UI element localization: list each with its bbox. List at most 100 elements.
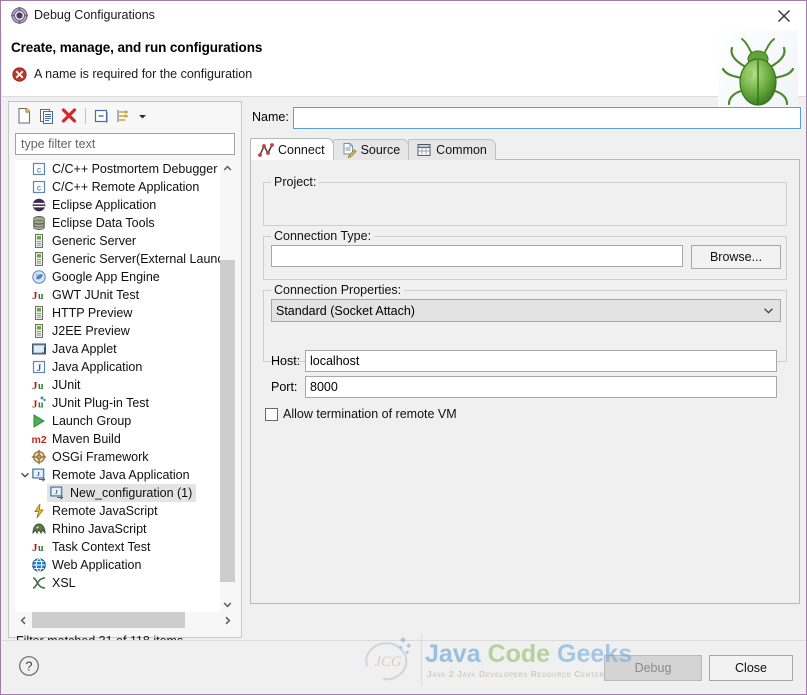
tree-item-content: c C/C++ Postmortem Debugger <box>29 160 221 178</box>
tree-item[interactable]: Generic Server <box>15 232 220 250</box>
tree-item-content: Ju JUnit Plug-in Test <box>29 394 153 412</box>
tree-item-content: Ju GWT JUnit Test <box>29 286 143 304</box>
launch-group-icon <box>33 414 45 428</box>
tree-item-label: Maven Build <box>52 432 121 446</box>
configurations-tree[interactable]: c C/C++ Postmortem Debugger c C/C++ Remote … <box>15 160 235 612</box>
host-textbox[interactable] <box>305 350 777 372</box>
cpp-icon: c <box>32 180 46 194</box>
scroll-right-button[interactable] <box>219 612 235 628</box>
filter-textbox[interactable] <box>15 133 235 155</box>
remote-java-application-icon: J <box>50 486 64 500</box>
chevron-down-icon <box>138 114 146 118</box>
tree-item[interactable]: m2 Maven Build <box>15 430 220 448</box>
allow-termination-checkbox-row[interactable]: Allow termination of remote VM <box>265 407 457 421</box>
remote-java-application-icon: J <box>49 485 65 501</box>
tree-item-label: Remote Java Application <box>52 468 190 482</box>
tree-item[interactable]: c C/C++ Remote Application <box>15 178 220 196</box>
tree-item[interactable]: c C/C++ Postmortem Debugger <box>15 160 220 178</box>
window-title: Debug Configurations <box>34 8 155 22</box>
name-input[interactable] <box>294 108 800 128</box>
tree-item-label: GWT JUnit Test <box>52 288 140 302</box>
allow-termination-label: Allow termination of remote VM <box>283 407 457 421</box>
delete-configuration-button[interactable] <box>58 105 80 127</box>
port-input[interactable] <box>306 377 776 397</box>
tree-item[interactable]: OSGi Framework <box>15 448 220 466</box>
tree-item[interactable]: XSL <box>15 574 220 592</box>
tree-item-content: Generic Server(External Launch) <box>29 250 235 268</box>
toolbar-dropdown-arrow[interactable] <box>135 105 149 127</box>
web-application-icon <box>31 557 47 573</box>
java-application-icon: J <box>31 359 47 375</box>
junit-icon: Ju <box>32 290 44 302</box>
tree-item-label: Rhino JavaScript <box>52 522 147 536</box>
tree-item[interactable]: Web Application <box>15 556 220 574</box>
collapse-all-button[interactable] <box>91 105 113 127</box>
tree-item[interactable]: Generic Server(External Launch) <box>15 250 235 268</box>
connect-icon <box>258 142 274 158</box>
scroll-thumb-horizontal[interactable] <box>32 612 185 628</box>
chevron-up-icon <box>223 165 232 171</box>
tree-item[interactable]: Remote JavaScript <box>15 502 220 520</box>
window-close-button[interactable] <box>761 1 806 30</box>
tab-source[interactable]: Source <box>332 139 410 160</box>
tree-item[interactable]: Eclipse Data Tools <box>15 214 220 232</box>
tab-connect[interactable]: Connect <box>250 138 334 160</box>
tab-common[interactable]: Common <box>408 139 496 160</box>
tree-item[interactable]: Ju GWT JUnit Test <box>15 286 220 304</box>
help-button[interactable]: ? <box>18 655 40 677</box>
tree-item[interactable]: Google App Engine <box>15 268 220 286</box>
allow-termination-checkbox[interactable] <box>265 407 278 421</box>
tree-item[interactable]: Launch Group <box>15 412 220 430</box>
rhino-icon <box>32 523 46 535</box>
tree-vertical-scrollbar[interactable] <box>220 160 235 612</box>
tree-item[interactable]: Ju JUnit Plug-in Test <box>15 394 220 412</box>
tree-item-content: Eclipse Data Tools <box>29 214 159 232</box>
delete-x-icon <box>61 108 77 123</box>
tree-item-content: Google App Engine <box>29 268 164 286</box>
junit-icon: Ju <box>32 380 44 392</box>
debug-button[interactable]: Debug <box>604 655 702 681</box>
configuration-editor: Name: Connect Source Common Project: Bro… <box>249 101 802 690</box>
scroll-down-button[interactable] <box>220 596 235 612</box>
scroll-thumb[interactable] <box>220 260 235 582</box>
svg-text:c: c <box>37 166 41 175</box>
svg-text:c: c <box>37 184 41 193</box>
help-icon: ? <box>19 656 39 676</box>
tree-item[interactable]: J2EE Preview <box>15 322 220 340</box>
scroll-left-button[interactable] <box>15 612 31 628</box>
tree-item-content: J New_configuration (1) <box>47 484 197 502</box>
java-applet-icon: J <box>32 343 47 355</box>
eclipse-icon <box>32 198 46 212</box>
tree-item[interactable]: J Java Applet <box>15 340 220 358</box>
tree-item[interactable]: J New_configuration (1) <box>15 484 220 502</box>
close-icon <box>777 9 790 22</box>
tree-item-content: Eclipse Application <box>29 196 160 214</box>
new-launch-configuration-button[interactable] <box>14 105 36 127</box>
duplicate-configuration-button[interactable] <box>36 105 58 127</box>
tree-item[interactable]: J Remote Java Application <box>15 466 220 484</box>
tree-item[interactable]: HTTP Preview <box>15 304 220 322</box>
tree-item[interactable]: Rhino JavaScript <box>15 520 220 538</box>
tree-item[interactable]: Eclipse Application <box>15 196 220 214</box>
tree-item[interactable]: Ju Task Context Test <box>15 538 220 556</box>
chevron-down-icon[interactable] <box>19 469 31 481</box>
host-input[interactable] <box>306 351 776 371</box>
tree-item-content: OSGi Framework <box>29 448 153 466</box>
filter-launch-configurations-button[interactable] <box>113 105 135 127</box>
tree-item-label: C/C++ Postmortem Debugger <box>52 162 218 176</box>
configurations-panel: c C/C++ Postmortem Debugger c C/C++ Remote … <box>8 101 242 648</box>
name-textbox[interactable] <box>293 107 801 129</box>
junit-plugin-icon: Ju <box>31 395 47 411</box>
tree-item[interactable]: J Java Application <box>15 358 220 376</box>
tree-horizontal-scrollbar[interactable] <box>15 612 235 628</box>
filter-input[interactable] <box>16 134 234 154</box>
scroll-up-button[interactable] <box>220 160 235 176</box>
tree-item[interactable]: Ju JUnit <box>15 376 220 394</box>
java-application-icon: J <box>32 360 46 374</box>
port-textbox[interactable] <box>305 376 777 398</box>
tree-item-label: Generic Server <box>52 234 137 248</box>
tree-item-content: Remote JavaScript <box>29 502 162 520</box>
remote-java-application-icon: J <box>32 468 46 482</box>
close-button[interactable]: Close <box>709 655 793 681</box>
osgi-icon <box>31 449 47 465</box>
